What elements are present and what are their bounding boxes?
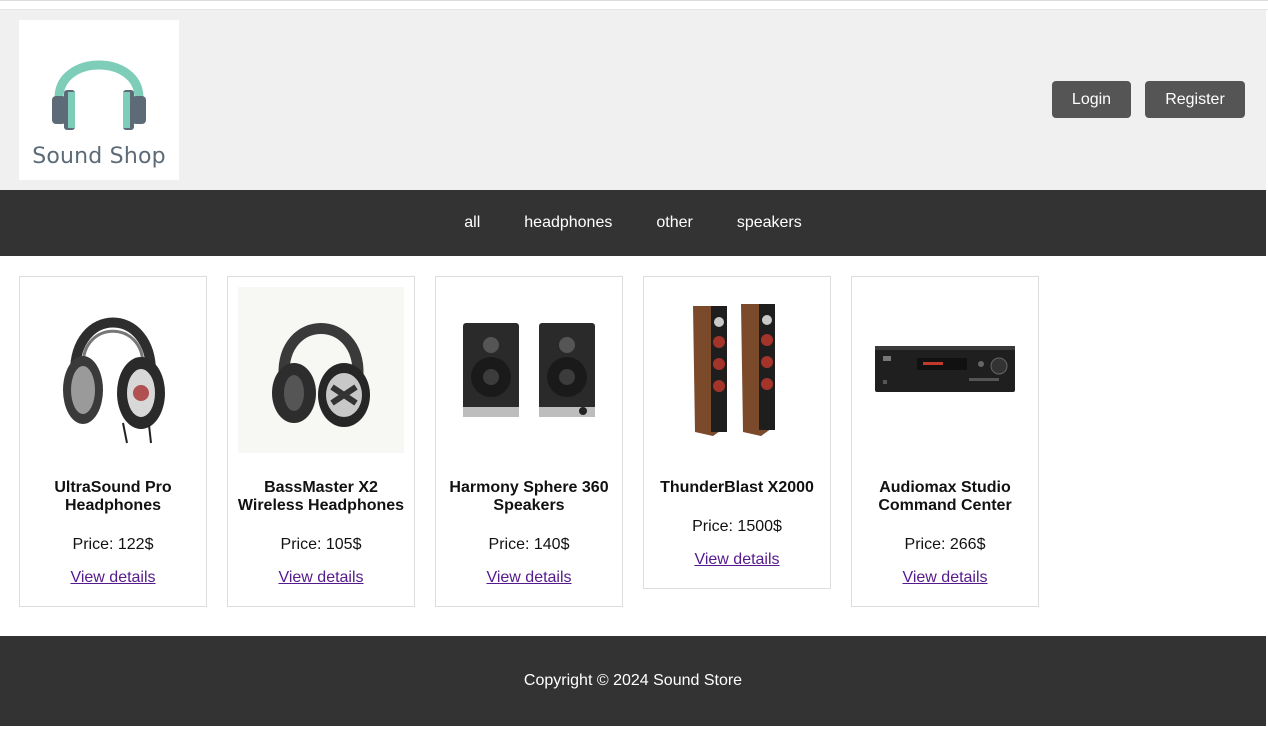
nav-item-speakers[interactable]: speakers xyxy=(715,214,824,232)
view-details-link[interactable]: View details xyxy=(694,551,779,569)
headphones-image[interactable] xyxy=(30,287,196,453)
tower-speakers-image[interactable] xyxy=(654,287,820,453)
receiver-image[interactable] xyxy=(862,287,1028,453)
register-button[interactable]: Register xyxy=(1145,81,1245,118)
product-card: BassMaster X2 Wireless Headphones Price:… xyxy=(227,276,415,607)
product-name: Audiomax Studio Command Center xyxy=(878,479,1012,514)
site-logo[interactable]: Sound Shop xyxy=(19,20,179,180)
product-name: ThunderBlast X2000 xyxy=(660,479,814,496)
headphones-logo-icon xyxy=(52,60,146,130)
copyright-text: Copyright © 2024 Sound Store xyxy=(523,672,743,689)
category-nav: all headphones other speakers xyxy=(0,190,1266,256)
view-details-link[interactable]: View details xyxy=(278,569,363,587)
product-card: ThunderBlast X2000 Price: 1500$ View det… xyxy=(643,276,831,589)
logo-text: Sound Shop xyxy=(32,144,166,169)
bookshelf-speakers-image[interactable] xyxy=(446,287,612,453)
product-name: BassMaster X2 Wireless Headphones xyxy=(237,479,405,514)
product-card: Harmony Sphere 360 Speakers Price: 140$ … xyxy=(435,276,623,607)
headphones-image[interactable] xyxy=(238,287,404,453)
product-price: Price: 105$ xyxy=(280,536,362,553)
login-button[interactable]: Login xyxy=(1052,81,1131,118)
auth-buttons: Login Register xyxy=(1052,81,1245,118)
view-details-link[interactable]: View details xyxy=(902,569,987,587)
top-border xyxy=(0,0,1268,10)
view-details-link[interactable]: View details xyxy=(486,569,571,587)
site-footer: Copyright © 2024 Sound Store xyxy=(0,636,1266,726)
view-details-link[interactable]: View details xyxy=(70,569,155,587)
product-name: Harmony Sphere 360 Speakers xyxy=(449,479,609,514)
nav-item-other[interactable]: other xyxy=(634,214,714,232)
product-price: Price: 140$ xyxy=(488,536,570,553)
site-header: Sound Shop Login Register xyxy=(0,10,1266,190)
product-card: UltraSound Pro Headphones Price: 122$ Vi… xyxy=(19,276,207,607)
nav-item-headphones[interactable]: headphones xyxy=(502,214,634,232)
nav-item-all[interactable]: all xyxy=(442,214,502,232)
product-price: Price: 1500$ xyxy=(692,518,782,535)
product-grid: UltraSound Pro Headphones Price: 122$ Vi… xyxy=(19,276,1039,607)
product-price: Price: 122$ xyxy=(72,536,154,553)
product-price: Price: 266$ xyxy=(904,536,986,553)
product-card: Audiomax Studio Command Center Price: 26… xyxy=(851,276,1039,607)
product-name: UltraSound Pro Headphones xyxy=(54,479,172,514)
